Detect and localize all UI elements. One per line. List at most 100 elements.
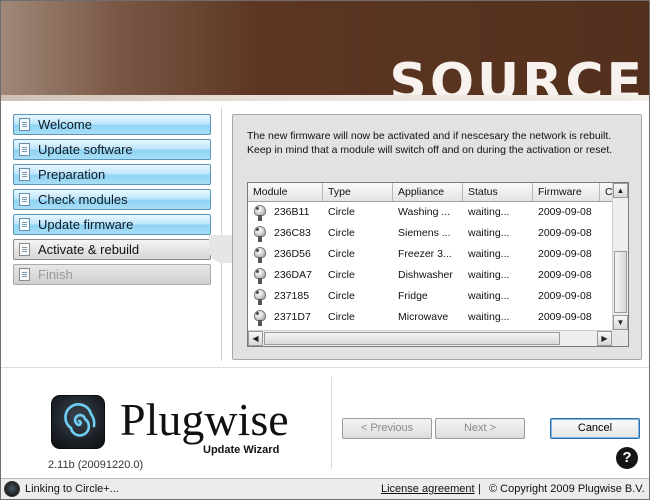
nav-divider: [221, 107, 222, 361]
footer-vertical-separator: [331, 377, 332, 469]
next-button[interactable]: Next >: [435, 418, 525, 439]
cell-text: Circle: [328, 269, 355, 281]
cancel-button[interactable]: Cancel: [550, 418, 640, 439]
previous-button[interactable]: < Previous: [342, 418, 432, 439]
circle-plug-icon: [253, 289, 267, 305]
table-row[interactable]: 236D56 Circle Freezer 3... waiting... 2009-0…: [248, 244, 612, 265]
cell-text: Circle: [328, 290, 355, 302]
footer-separator: [1, 367, 649, 368]
table-row[interactable]: 236DA7 Circle Dishwasher waiting... 2009-09-…: [248, 265, 612, 286]
column-header-firmware[interactable]: Firmware: [533, 183, 600, 201]
cell-text: Circle: [328, 206, 355, 218]
scroll-down-arrow-icon[interactable]: ▼: [613, 315, 628, 330]
cell-status: waiting...: [463, 244, 533, 265]
vertical-scroll-thumb[interactable]: [614, 251, 627, 313]
table-row[interactable]: 236B11 Circle Washing ... waiting... 2009-09…: [248, 202, 612, 223]
cell-text: 2009-09-08: [538, 206, 592, 218]
cell-text: 2009-09-08: [538, 227, 592, 239]
wizard-steps-nav: Welcome Update software Preparation Chec…: [13, 114, 211, 289]
cell-status: waiting...: [463, 307, 533, 328]
column-header-status[interactable]: Status: [463, 183, 533, 201]
cell-module: 236D56: [248, 244, 323, 265]
table-row[interactable]: 236C83 Circle Siemens ... waiting... 2009-09…: [248, 223, 612, 244]
version-label: 2.11b (20091220.0): [48, 459, 144, 471]
nav-step-label: Check modules: [38, 192, 128, 207]
cell-text: waiting...: [468, 311, 510, 323]
nav-step-label: Welcome: [38, 117, 92, 132]
content-panel: The new firmware will now be activated a…: [232, 114, 642, 360]
scroll-up-arrow-icon[interactable]: ▲: [613, 183, 628, 198]
copyright-text: © Copyright 2009 Plugwise B.V.: [489, 483, 645, 495]
column-header-extra[interactable]: C: [600, 183, 612, 201]
cell-module: 236DA7: [248, 265, 323, 286]
cell-text: waiting...: [468, 248, 510, 260]
cell-text: Washing ...: [398, 206, 451, 218]
header-banner: SOURCE: [1, 1, 649, 101]
nav-step-label: Finish: [38, 267, 73, 282]
document-icon: [19, 243, 30, 256]
cell-text: 236B11: [274, 206, 310, 218]
cell-appliance: Microwave: [393, 307, 463, 328]
nav-step-check-modules[interactable]: Check modules: [13, 189, 211, 210]
cell-text: 236C83: [274, 227, 311, 239]
wizard-window: SOURCE Welcome Update software Preparati…: [0, 0, 650, 500]
column-header-module[interactable]: Module: [248, 183, 323, 201]
cell-type: Circle: [323, 265, 393, 286]
nav-step-update-software[interactable]: Update software: [13, 139, 211, 160]
scroll-right-arrow-icon[interactable]: ▶: [597, 331, 612, 346]
cell-appliance: Freezer 3...: [393, 244, 463, 265]
cell-appliance: Dishwasher: [393, 265, 463, 286]
cell-text: Circle: [328, 248, 355, 260]
cell-appliance: Fridge: [393, 286, 463, 307]
document-icon: [19, 268, 30, 281]
cell-text: Siemens ...: [398, 227, 451, 239]
cell-text: Fridge: [398, 290, 428, 302]
scroll-left-arrow-icon[interactable]: ◀: [248, 331, 263, 346]
cell-text: waiting...: [468, 206, 510, 218]
horizontal-scrollbar[interactable]: ◀ ▶: [248, 330, 612, 346]
cell-firmware: 2009-09-08: [533, 244, 600, 265]
message-line-1: The new firmware will now be activated a…: [247, 130, 612, 142]
brand-name: Plugwise: [120, 394, 289, 445]
horizontal-scroll-thumb[interactable]: [264, 332, 560, 345]
license-agreement-link[interactable]: License agreement: [381, 479, 475, 499]
cell-text: 236DA7: [274, 269, 312, 281]
nav-step-welcome[interactable]: Welcome: [13, 114, 211, 135]
cell-firmware: 2009-09-08: [533, 286, 600, 307]
cell-type: Circle: [323, 307, 393, 328]
nav-step-label: Update firmware: [38, 217, 134, 232]
cell-module: 237185: [248, 286, 323, 307]
cell-module: 2371D7: [248, 307, 323, 328]
help-icon[interactable]: ?: [616, 447, 638, 469]
column-header-appliance[interactable]: Appliance: [393, 183, 463, 201]
table-row[interactable]: 2371D7 Circle Microwave waiting... 2009-09-0…: [248, 307, 612, 328]
plugwise-logo-icon: [51, 395, 105, 449]
cell-appliance: Washing ...: [393, 202, 463, 223]
cell-module: 236B11: [248, 202, 323, 223]
cell-status: waiting...: [463, 202, 533, 223]
cell-firmware: 2009-09-08: [533, 265, 600, 286]
nav-step-finish: Finish: [13, 264, 211, 285]
cell-firmware: 2009-09-08: [533, 202, 600, 223]
cell-type: Circle: [323, 202, 393, 223]
brand-subtitle: Update Wizard: [203, 444, 280, 456]
cell-text: 2009-09-08: [538, 269, 592, 281]
cell-status: waiting...: [463, 265, 533, 286]
cell-text: waiting...: [468, 269, 510, 281]
cell-text: 236D56: [274, 248, 311, 260]
cell-module: 236C83: [248, 223, 323, 244]
table-row[interactable]: 237185 Circle Fridge waiting... 2009-09-08: [248, 286, 612, 307]
nav-step-update-firmware[interactable]: Update firmware: [13, 214, 211, 235]
circle-plug-icon: [253, 226, 267, 242]
plugwise-status-icon: [4, 481, 20, 497]
document-icon: [19, 143, 30, 156]
circle-plug-icon: [253, 268, 267, 284]
nav-step-activate-rebuild[interactable]: Activate & rebuild: [13, 239, 211, 260]
cell-text: waiting...: [468, 227, 510, 239]
column-header-type[interactable]: Type: [323, 183, 393, 201]
cell-text: 2009-09-08: [538, 311, 592, 323]
circle-plug-icon: [253, 205, 267, 221]
vertical-scrollbar[interactable]: ▲ ▼: [612, 183, 628, 330]
modules-list-view[interactable]: Module Type Appliance Status Firmware C …: [247, 182, 629, 347]
nav-step-preparation[interactable]: Preparation: [13, 164, 211, 185]
